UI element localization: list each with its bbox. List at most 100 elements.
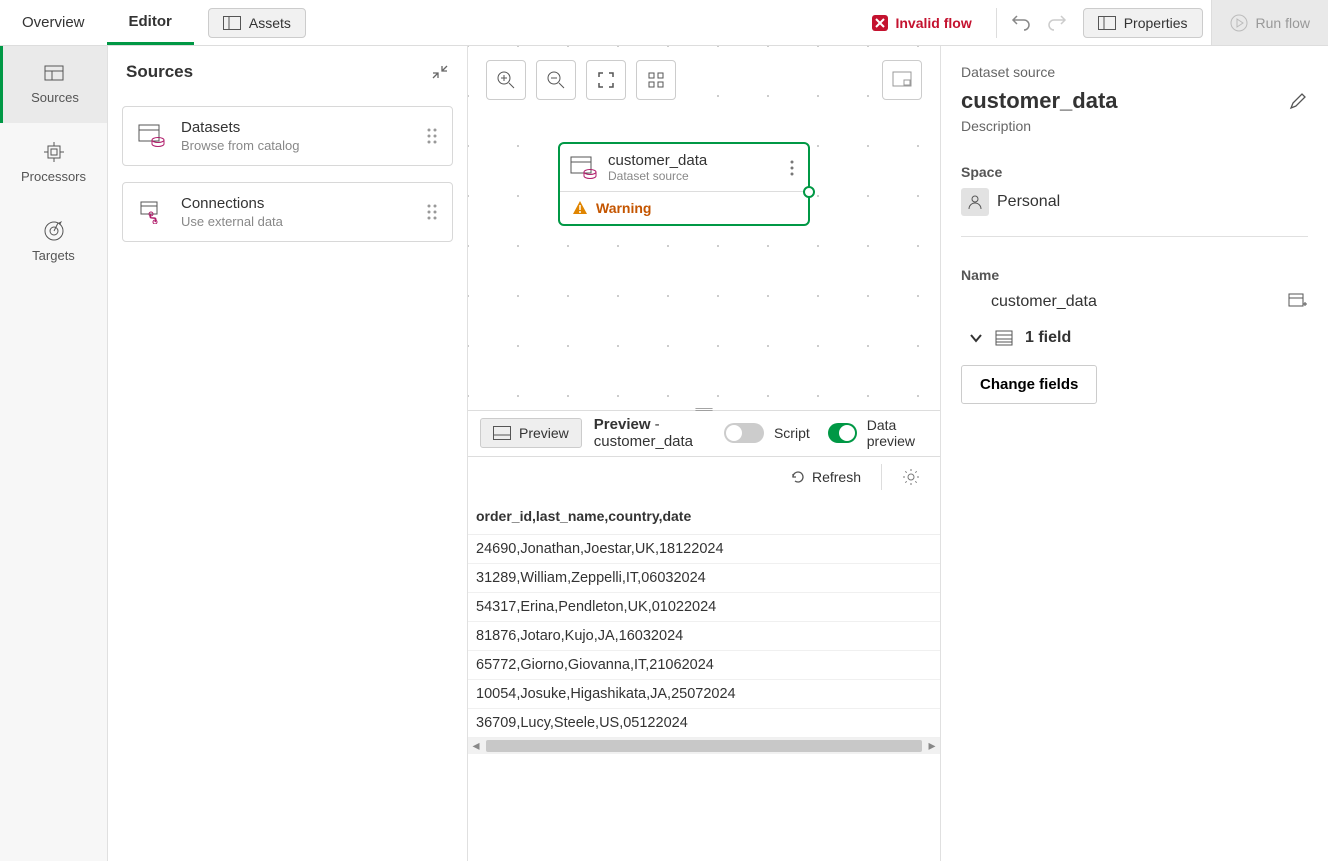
add-table-button[interactable] [1288, 293, 1308, 311]
drag-handle[interactable] [426, 127, 438, 145]
node-warning-label: Warning [596, 200, 651, 216]
rail-targets[interactable]: Targets [0, 202, 107, 281]
preview-button-label: Preview [519, 425, 569, 441]
space-label: Space [961, 164, 1308, 180]
rail-sources[interactable]: Sources [0, 46, 107, 123]
dataset-node-icon [570, 156, 598, 180]
name-label: Name [961, 267, 1308, 283]
drag-handle[interactable] [426, 203, 438, 221]
drag-icon [426, 203, 438, 221]
zoom-out-button[interactable] [536, 60, 576, 100]
fit-icon [597, 71, 615, 89]
canvas-column: customer_data Dataset source Warning ══ [468, 46, 940, 861]
scroll-right-arrow[interactable]: ▸ [924, 737, 940, 754]
run-flow-button: Run flow [1211, 0, 1328, 45]
preview-button[interactable]: Preview [480, 418, 582, 448]
play-icon [1230, 14, 1248, 32]
minimap-icon [892, 71, 912, 89]
top-tabs: Overview Editor [0, 0, 194, 45]
script-toggle-label: Script [774, 425, 810, 441]
panel-icon [493, 426, 511, 440]
fit-button[interactable] [586, 60, 626, 100]
data-preview-table: order_id,last_name,country,date 24690,Jo… [468, 498, 940, 861]
properties-kicker: Dataset source [961, 64, 1308, 80]
redo-icon [1047, 15, 1067, 31]
pencil-icon [1288, 91, 1308, 111]
refresh-label: Refresh [812, 469, 861, 485]
node-menu-button[interactable] [786, 156, 798, 180]
assets-button[interactable]: Assets [208, 8, 306, 38]
node-title: customer_data [608, 152, 776, 169]
data-row: 31289,William,Zeppelli,IT,06032024 [468, 564, 940, 593]
data-row: 36709,Lucy,Steele,US,05122024 [468, 709, 940, 738]
drag-icon [426, 127, 438, 145]
datasets-icon [138, 124, 166, 148]
scroll-left-arrow[interactable]: ◂ [468, 737, 484, 754]
horizontal-scrollbar[interactable]: ◂ ▸ [468, 738, 940, 754]
preview-settings-button[interactable] [902, 468, 920, 486]
processors-icon [43, 141, 65, 163]
rail-targets-label: Targets [32, 248, 75, 263]
redo-button[interactable] [1039, 5, 1075, 41]
space-chip: Personal [961, 188, 1060, 216]
table-plus-icon [1288, 293, 1308, 311]
refresh-icon [790, 469, 806, 485]
fields-row: 1 field [961, 329, 1308, 347]
source-card-connections[interactable]: Connections Use external data [122, 182, 453, 242]
sources-icon [43, 64, 67, 84]
preview-title: Preview - customer_data [594, 416, 706, 450]
top-bar: Overview Editor Assets Invalid flow Prop… [0, 0, 1328, 46]
name-value: customer_data [961, 293, 1097, 311]
refresh-button[interactable]: Refresh [790, 469, 861, 485]
person-icon [966, 193, 984, 211]
collapse-icon [431, 63, 449, 81]
change-fields-button[interactable]: Change fields [961, 365, 1097, 404]
data-row: 65772,Giorno,Giovanna,IT,21062024 [468, 651, 940, 680]
script-toggle: Script [724, 423, 810, 443]
preview-resize-handle[interactable]: ══ [695, 402, 712, 416]
panel-icon [1098, 16, 1116, 30]
collapse-panel-button[interactable] [431, 63, 449, 81]
properties-button[interactable]: Properties [1083, 8, 1203, 38]
panel-icon [223, 16, 241, 30]
run-flow-label: Run flow [1256, 15, 1310, 31]
data-row: 81876,Jotaro,Kujo,JA,16032024 [468, 622, 940, 651]
expand-fields-button[interactable] [969, 333, 983, 343]
data-preview-toggle-switch[interactable] [828, 423, 857, 443]
data-row: 24690,Jonathan,Joestar,UK,18122024 [468, 535, 940, 564]
connections-title: Connections [181, 195, 412, 212]
rail-processors[interactable]: Processors [0, 123, 107, 202]
zoom-in-button[interactable] [486, 60, 526, 100]
preview-actions-row: Refresh [468, 456, 940, 498]
properties-title: customer_data [961, 88, 1118, 114]
rail-processors-label: Processors [21, 169, 86, 184]
targets-icon [43, 220, 65, 242]
preview-bar: ══ Preview Preview - customer_data Scrip… [468, 410, 940, 456]
sources-panel-title: Sources [126, 62, 193, 82]
properties-label: Properties [1124, 15, 1188, 31]
node-customer-data[interactable]: customer_data Dataset source Warning [558, 142, 810, 226]
space-value: Personal [997, 193, 1060, 211]
invalid-flow-label: Invalid flow [895, 15, 971, 31]
zoom-in-icon [496, 70, 516, 90]
node-output-port[interactable] [803, 186, 815, 198]
minimap-button[interactable] [882, 60, 922, 100]
warning-icon [572, 200, 588, 216]
undo-icon [1011, 15, 1031, 31]
tab-overview[interactable]: Overview [0, 0, 107, 45]
layout-button[interactable] [636, 60, 676, 100]
edit-title-button[interactable] [1288, 91, 1308, 111]
script-toggle-switch[interactable] [724, 423, 764, 443]
source-card-datasets[interactable]: Datasets Browse from catalog [122, 106, 453, 166]
undo-button[interactable] [1003, 5, 1039, 41]
tab-editor[interactable]: Editor [107, 0, 194, 45]
scroll-thumb[interactable] [486, 740, 922, 752]
connections-subtitle: Use external data [181, 214, 412, 229]
flow-canvas[interactable]: customer_data Dataset source Warning [468, 46, 940, 410]
data-rows: 24690,Jonathan,Joestar,UK,1812202431289,… [468, 535, 940, 738]
data-row: 10054,Josuke,Higashikata,JA,25072024 [468, 680, 940, 709]
gear-icon [902, 468, 920, 486]
rail-sources-label: Sources [31, 90, 79, 105]
zoom-out-icon [546, 70, 566, 90]
connections-icon [139, 200, 165, 224]
